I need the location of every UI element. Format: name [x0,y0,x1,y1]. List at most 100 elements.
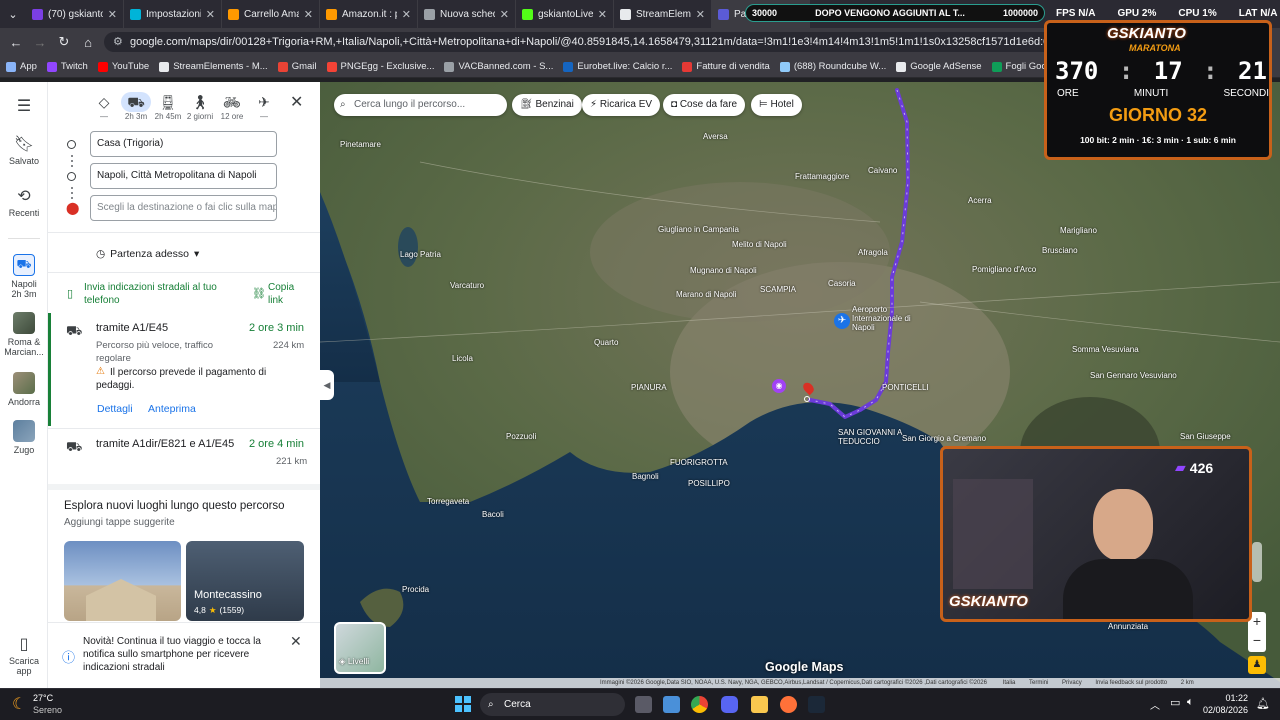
map-place-label[interactable]: PONTICELLI [882,383,929,392]
close-tab-icon[interactable]: ✕ [696,8,705,21]
map-place-label[interactable]: Aeroporto Internazionale di Napoli [852,305,932,332]
close-icon[interactable]: ✕ [290,633,302,650]
close-tab-icon[interactable]: ✕ [108,8,117,21]
travel-mode-bike[interactable]: 🚲︎ 12 ore [216,92,248,121]
task-view-icon[interactable] [635,696,652,713]
chip-things[interactable]: ◘ Cose da fare [663,94,746,116]
browser-tab[interactable]: Impostazioni ✕ [124,0,222,28]
network-icon[interactable]: ▭ [1170,696,1180,709]
recent-place-andorra[interactable]: Andorra [0,372,48,407]
map-place-label[interactable]: Varcaturo [450,281,484,290]
weather-temp[interactable]: 27°C [33,693,53,703]
explore-card-1[interactable] [64,541,181,621]
bookmark-item[interactable]: VACBanned.com - S... [444,61,553,72]
map-place-label[interactable]: San Gennaro Vesuviano [1090,371,1177,380]
browser-tab[interactable]: Nuova scheda ✕ [418,0,516,28]
bookmark-item[interactable]: Google AdSense [896,61,982,72]
weather-text[interactable]: Sereno [33,705,62,715]
browser-tab[interactable]: StreamElements ✕ [614,0,712,28]
map-place-label[interactable]: Pozzuoli [506,432,536,441]
add-destination-field[interactable]: Scegli la destinazione o fai clic sulla … [90,195,277,221]
chip-hotel[interactable]: ⊨ Hotel [751,94,802,116]
layers-button[interactable]: ◈ Livelli [334,622,386,674]
zoom-out-button[interactable]: − [1248,631,1266,650]
poi-icon[interactable]: ◉ [772,379,786,393]
home-icon[interactable]: ⌂ [76,35,100,50]
reload-icon[interactable]: ↻ [52,34,76,50]
route-name[interactable]: tramite A1dir/E821 e A1/E45 [96,438,234,450]
map-place-label[interactable]: Torregaveta [427,497,469,506]
taskbar-search[interactable]: ⌕ Cerca [480,693,625,716]
folder-icon[interactable] [751,696,768,713]
compass-control[interactable] [1252,542,1262,582]
route-details-link[interactable]: Dettagli [97,403,133,415]
destination-field[interactable]: Napoli, Città Metropolitana di Napoli [90,163,277,189]
clock-time[interactable]: 01:22 [1206,693,1248,703]
map-place-label[interactable]: Annunziata [1108,622,1148,631]
rail-recent[interactable]: ⟲ Recenti [0,186,48,218]
clock-date[interactable]: 02/08/2026 [1196,705,1248,715]
map-place-label[interactable]: SCAMPIA [760,285,796,294]
travel-mode-walk[interactable]: 🚶︎ 2 giorni [184,92,216,121]
map-place-label[interactable]: Caivano [868,166,897,175]
map-place-label[interactable]: Frattamaggiore [795,172,849,181]
close-icon[interactable]: ✕ [290,92,303,112]
map-place-label[interactable]: Aversa [703,132,728,141]
map-place-label[interactable]: Acerra [968,196,992,205]
map-place-label[interactable]: Brusciano [1042,246,1078,255]
start-button[interactable] [455,696,471,712]
travel-mode-car[interactable]: ⛟ 2h 3m [120,92,152,121]
map-place-label[interactable]: Melito di Napoli [732,240,787,249]
menu-icon[interactable]: ☰ [0,96,48,118]
browser-tab[interactable]: (70) gskianto ✕ [26,0,124,28]
steam-icon[interactable] [808,696,825,713]
map-place-label[interactable]: Pinetamare [340,140,381,149]
map-place-label[interactable]: Somma Vesuviana [1072,345,1139,354]
close-tab-icon[interactable]: ✕ [598,8,607,21]
copy-link[interactable]: Copia link [268,281,308,307]
browser-tab[interactable]: Amazon.it : p ✕ [320,0,418,28]
map-place-label[interactable]: Casoria [828,279,856,288]
travel-mode-train[interactable]: 🚆︎ 2h 45m [152,92,184,121]
map-place-label[interactable]: Afragola [858,248,888,257]
chip-ev[interactable]: ⚡︎ Ricarica EV [582,94,661,116]
map-place-label[interactable]: Bagnoli [632,472,659,481]
bookmark-item[interactable]: Twitch [46,61,88,72]
bookmark-item[interactable]: (688) Roundcube W... [779,61,886,72]
map-place-label[interactable]: San Giuseppe [1180,432,1231,441]
chevron-up-icon[interactable]: ︿ [1150,697,1160,712]
browser-tab[interactable]: gskiantoLive ✕ [516,0,614,28]
pegman-icon[interactable]: ♟ [1248,656,1266,674]
send-to-phone-link[interactable]: Invia indicazioni stradali al tuo telefo… [84,281,244,307]
depart-selector[interactable]: ◷ Partenza adesso ▾ [90,243,205,265]
bookmark-item[interactable]: PNGEgg - Exclusive... [326,61,434,72]
footer-terms[interactable]: Termini [1029,680,1048,686]
footer-feedback[interactable]: Invia feedback sul prodotto [1095,680,1167,686]
chrome-icon[interactable] [691,696,708,713]
browser-tab[interactable]: Carrello Ama ✕ [222,0,320,28]
footer-privacy[interactable]: Privacy [1062,680,1082,686]
map-place-label[interactable]: POSILLIPO [688,479,730,488]
map-place-label[interactable]: Lago Patria [400,250,441,259]
map-place-label[interactable]: Marigliano [1060,226,1097,235]
volume-icon[interactable]: 🔈︎ [1187,696,1194,709]
map-place-label[interactable]: Marano di Napoli [676,290,736,299]
recent-place-roma[interactable]: Roma & Marcian... [0,312,48,357]
notification-icon[interactable]: 🔔︎ [1256,697,1270,710]
back-icon[interactable]: ← [4,35,28,50]
footer-italia[interactable]: Italia [1003,680,1016,686]
bookmark-item[interactable]: App [6,61,37,72]
route-search-input[interactable]: ⌕ Cerca lungo il percorso... [334,94,507,116]
collapse-panel-button[interactable]: ◀ [320,370,334,400]
map-place-label[interactable]: Pomigliano d'Arco [972,265,1036,274]
map-place-label[interactable]: Quarto [594,338,618,347]
origin-field[interactable]: Casa (Trigoria) [90,131,277,157]
tab-list-icon[interactable]: ⌄ [0,8,26,21]
widgets-icon[interactable] [663,696,680,713]
discord-icon[interactable] [721,696,738,713]
site-info-icon[interactable]: ⚙ [113,32,123,52]
travel-mode-plane[interactable]: ✈ — [248,92,280,121]
bookmark-item[interactable]: Gmail [277,61,317,72]
chip-fuel[interactable]: ⛽︎ Benzinai [512,94,582,116]
travel-mode-diamond[interactable]: ◇ — [88,92,120,121]
